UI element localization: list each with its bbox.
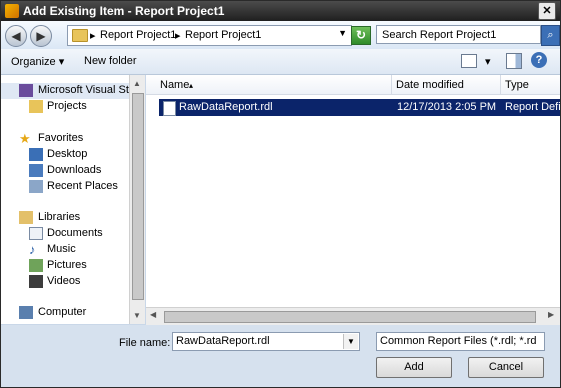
sidebar-item-label: Microsoft Visual Stud	[38, 84, 142, 96]
view-icon[interactable]	[461, 54, 477, 68]
downloads-icon	[29, 164, 43, 177]
refresh-button[interactable]: ↻	[351, 26, 371, 45]
folder-icon	[72, 29, 88, 42]
sidebar-item-computer[interactable]: Computer	[1, 305, 129, 321]
preview-pane-icon[interactable]	[506, 53, 522, 69]
sidebar-item-favorites[interactable]: ★ Favorites	[1, 131, 129, 147]
file-type-cell: Report Defin	[505, 101, 561, 113]
sidebar-item-libraries[interactable]: Libraries	[1, 210, 129, 226]
add-existing-item-dialog: Add Existing Item - Report Project1 ✕ ◀ …	[0, 0, 561, 388]
table-row[interactable]: RawDataReport.rdl 12/17/2013 2:05 PM Rep…	[159, 99, 561, 116]
breadcrumb-item[interactable]: Report Project1	[100, 29, 176, 41]
documents-icon	[29, 227, 43, 240]
file-name-cell: RawDataReport.rdl	[179, 101, 273, 113]
breadcrumb-separator: ▸	[90, 30, 96, 42]
videos-icon	[29, 275, 43, 288]
scroll-up-icon[interactable]: ▲	[133, 79, 141, 88]
file-name-label: File name:	[119, 337, 171, 349]
column-type-header[interactable]: Type	[505, 79, 529, 91]
dialog-footer: File name: RawDataReport.rdl ▼ Common Re…	[1, 325, 560, 387]
address-bar[interactable]: ▸ Report Project1 ▸ Report Project1 ▼	[67, 25, 352, 46]
folder-icon	[29, 100, 43, 113]
close-button[interactable]: ✕	[538, 2, 556, 20]
recent-places-icon	[29, 180, 43, 193]
sidebar-item-documents[interactable]: Documents	[1, 226, 129, 242]
sidebar-item-label: Downloads	[47, 164, 102, 176]
new-folder-button[interactable]: New folder	[84, 55, 137, 67]
sidebar-item-music[interactable]: ♪ Music	[1, 242, 129, 258]
sidebar-scrollbar[interactable]: ▲ ▼	[129, 75, 145, 324]
file-type-select[interactable]: Common Report Files (*.rdl; *.rd	[376, 332, 545, 351]
sidebar-item-label: Music	[47, 243, 76, 255]
sidebar-item-label: Computer	[38, 306, 87, 318]
file-list: Name ▴ Date modified Type RawDataReport.…	[146, 75, 561, 325]
column-date-header[interactable]: Date modified	[396, 79, 464, 91]
sidebar-item-label: Pictures	[47, 259, 87, 271]
sidebar-item-projects[interactable]: Projects	[1, 99, 129, 115]
file-name-input[interactable]: RawDataReport.rdl ▼	[172, 332, 360, 351]
organize-button[interactable]: Organize ▾	[11, 55, 64, 68]
music-icon: ♪	[29, 242, 36, 257]
visual-studio-icon	[5, 4, 19, 18]
back-button[interactable]: ◀	[5, 25, 27, 47]
search-input[interactable]: Search Report Project1	[376, 25, 541, 44]
navigation-bar: ◀ ▶ ▸ Report Project1 ▸ Report Project1 …	[1, 21, 560, 49]
sort-ascending-icon: ▴	[189, 81, 194, 90]
sidebar-item-desktop[interactable]: Desktop	[1, 147, 129, 163]
sidebar-item-label: Libraries	[38, 211, 81, 223]
sidebar-item-label: Documents	[47, 227, 103, 239]
scroll-down-icon[interactable]: ▼	[133, 311, 141, 320]
window-title: Add Existing Item - Report Project1	[23, 4, 225, 18]
column-divider[interactable]	[500, 75, 501, 94]
sidebar-item-label: Recent Places	[47, 180, 118, 192]
file-date-cell: 12/17/2013 2:05 PM	[397, 101, 497, 113]
sidebar-item-label: Projects	[47, 100, 87, 112]
libraries-icon	[19, 211, 33, 224]
cancel-button[interactable]: Cancel	[468, 357, 544, 378]
chevron-down-icon[interactable]: ▾	[485, 55, 491, 68]
sidebar-item-downloads[interactable]: Downloads	[1, 163, 129, 179]
pictures-icon	[29, 259, 43, 272]
sidebar-item-recent-places[interactable]: Recent Places	[1, 179, 129, 195]
computer-icon	[19, 306, 33, 319]
scroll-right-icon[interactable]: ▶	[548, 310, 554, 319]
report-file-icon	[163, 101, 176, 116]
title-bar: Add Existing Item - Report Project1 ✕	[1, 1, 560, 21]
navigation-pane: Microsoft Visual Stud Projects ★ Favorit…	[1, 75, 145, 324]
toolbar: Organize ▾ New folder ▾ ?	[1, 49, 560, 75]
column-name-header[interactable]: Name	[160, 79, 189, 91]
sidebar-item-label: Videos	[47, 275, 81, 287]
add-button[interactable]: Add	[376, 357, 452, 378]
scroll-thumb[interactable]	[164, 311, 536, 323]
sidebar-item-label: Favorites	[38, 132, 84, 144]
breadcrumb-separator: ▸	[175, 30, 181, 42]
chevron-down-icon[interactable]: ▼	[338, 28, 347, 38]
sidebar-item-label: Desktop	[47, 148, 88, 160]
search-icon[interactable]: ⌕	[541, 25, 560, 46]
star-icon: ★	[19, 131, 31, 146]
sidebar-item-pictures[interactable]: Pictures	[1, 258, 129, 274]
desktop-icon	[29, 148, 43, 161]
chevron-down-icon[interactable]: ▼	[343, 334, 358, 349]
file-name-value: RawDataReport.rdl	[176, 335, 270, 347]
breadcrumb-item[interactable]: Report Project1	[185, 29, 261, 41]
file-list-hscrollbar[interactable]: ◀ ▶	[146, 307, 560, 325]
sidebar-item-visual-studio[interactable]: Microsoft Visual Stud	[1, 83, 141, 99]
visual-studio-icon	[19, 84, 33, 97]
column-divider[interactable]	[391, 75, 392, 94]
scroll-left-icon[interactable]: ◀	[150, 310, 156, 319]
sidebar-item-videos[interactable]: Videos	[1, 274, 129, 290]
scroll-thumb[interactable]	[132, 93, 144, 300]
forward-button[interactable]: ▶	[30, 25, 52, 47]
help-icon[interactable]: ?	[531, 52, 547, 68]
column-header-row: Name ▴ Date modified Type	[146, 75, 560, 95]
